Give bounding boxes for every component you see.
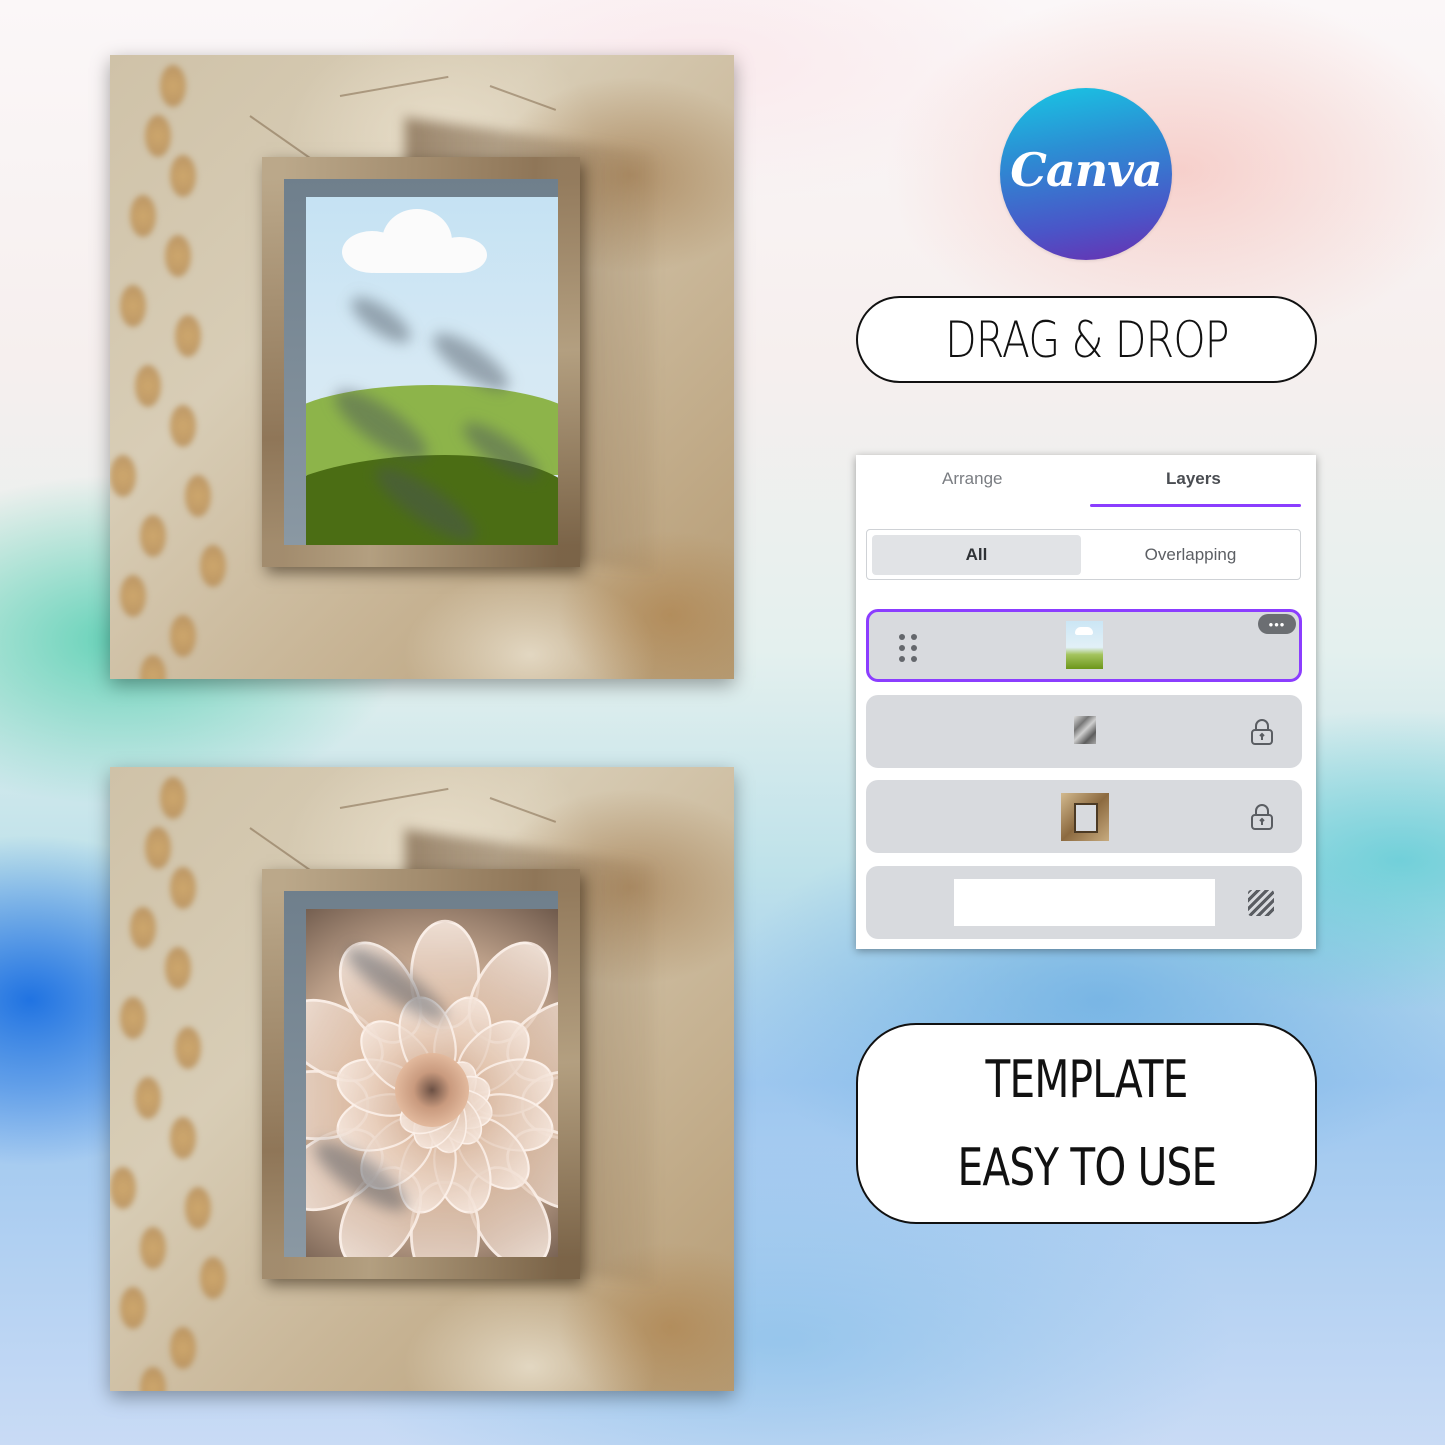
dahlia-frame-mockup <box>110 767 734 1391</box>
background-thumbnail <box>954 879 1215 926</box>
frame-photo-thumbnail <box>1061 793 1109 841</box>
landscape-artwork <box>306 197 558 545</box>
canva-logo: Canva <box>1000 88 1172 260</box>
template-text: TEMPLATE <box>985 1049 1188 1110</box>
drag-handle-icon[interactable] <box>899 634 917 662</box>
layer-row-shadow-overlay[interactable] <box>866 695 1302 768</box>
drag-drop-label: DRAG & DROP <box>856 296 1317 383</box>
shadow-overlay-thumbnail <box>1074 716 1096 744</box>
leaf-shadow <box>344 289 418 351</box>
dahlia-artwork <box>306 909 558 1257</box>
layer-row-frame-photo[interactable] <box>866 780 1302 853</box>
wall-crack <box>489 85 557 111</box>
tab-arrange[interactable]: Arrange <box>942 469 1002 489</box>
layers-panel: Arrange Layers All Overlapping ••• <box>856 455 1316 949</box>
dahlia-center <box>395 1052 469 1127</box>
filter-all-button[interactable]: All <box>872 535 1081 575</box>
wall-crack <box>339 787 449 809</box>
wall-crack <box>339 75 449 97</box>
template-easy-label: TEMPLATE EASY TO USE <box>856 1023 1317 1224</box>
landscape-thumbnail <box>1066 621 1103 669</box>
layer-row-artwork[interactable]: ••• <box>866 609 1302 682</box>
lock-icon[interactable] <box>1250 719 1274 745</box>
wooden-frame <box>262 157 580 567</box>
drag-drop-text: DRAG & DROP <box>944 310 1229 369</box>
lock-icon[interactable] <box>1250 804 1274 830</box>
active-tab-indicator <box>1090 504 1301 507</box>
layer-filter-toggle: All Overlapping <box>866 529 1301 580</box>
layer-row-background[interactable] <box>866 866 1302 939</box>
filter-overlapping-button[interactable]: Overlapping <box>1086 535 1295 575</box>
landscape-frame-mockup <box>110 55 734 679</box>
easy-to-use-text: EASY TO USE <box>957 1137 1217 1198</box>
dried-grass-foreground <box>110 767 240 1391</box>
tab-layers[interactable]: Layers <box>1166 469 1221 489</box>
wall-crack <box>489 797 557 823</box>
transparency-icon[interactable] <box>1248 890 1274 916</box>
wooden-frame <box>262 869 580 1279</box>
more-options-button[interactable]: ••• <box>1258 614 1296 634</box>
canva-logo-text: Canva <box>1010 143 1162 197</box>
panel-tabs: Arrange Layers <box>856 455 1316 507</box>
dried-grass-foreground <box>110 55 240 679</box>
cloud-shape <box>342 209 487 273</box>
